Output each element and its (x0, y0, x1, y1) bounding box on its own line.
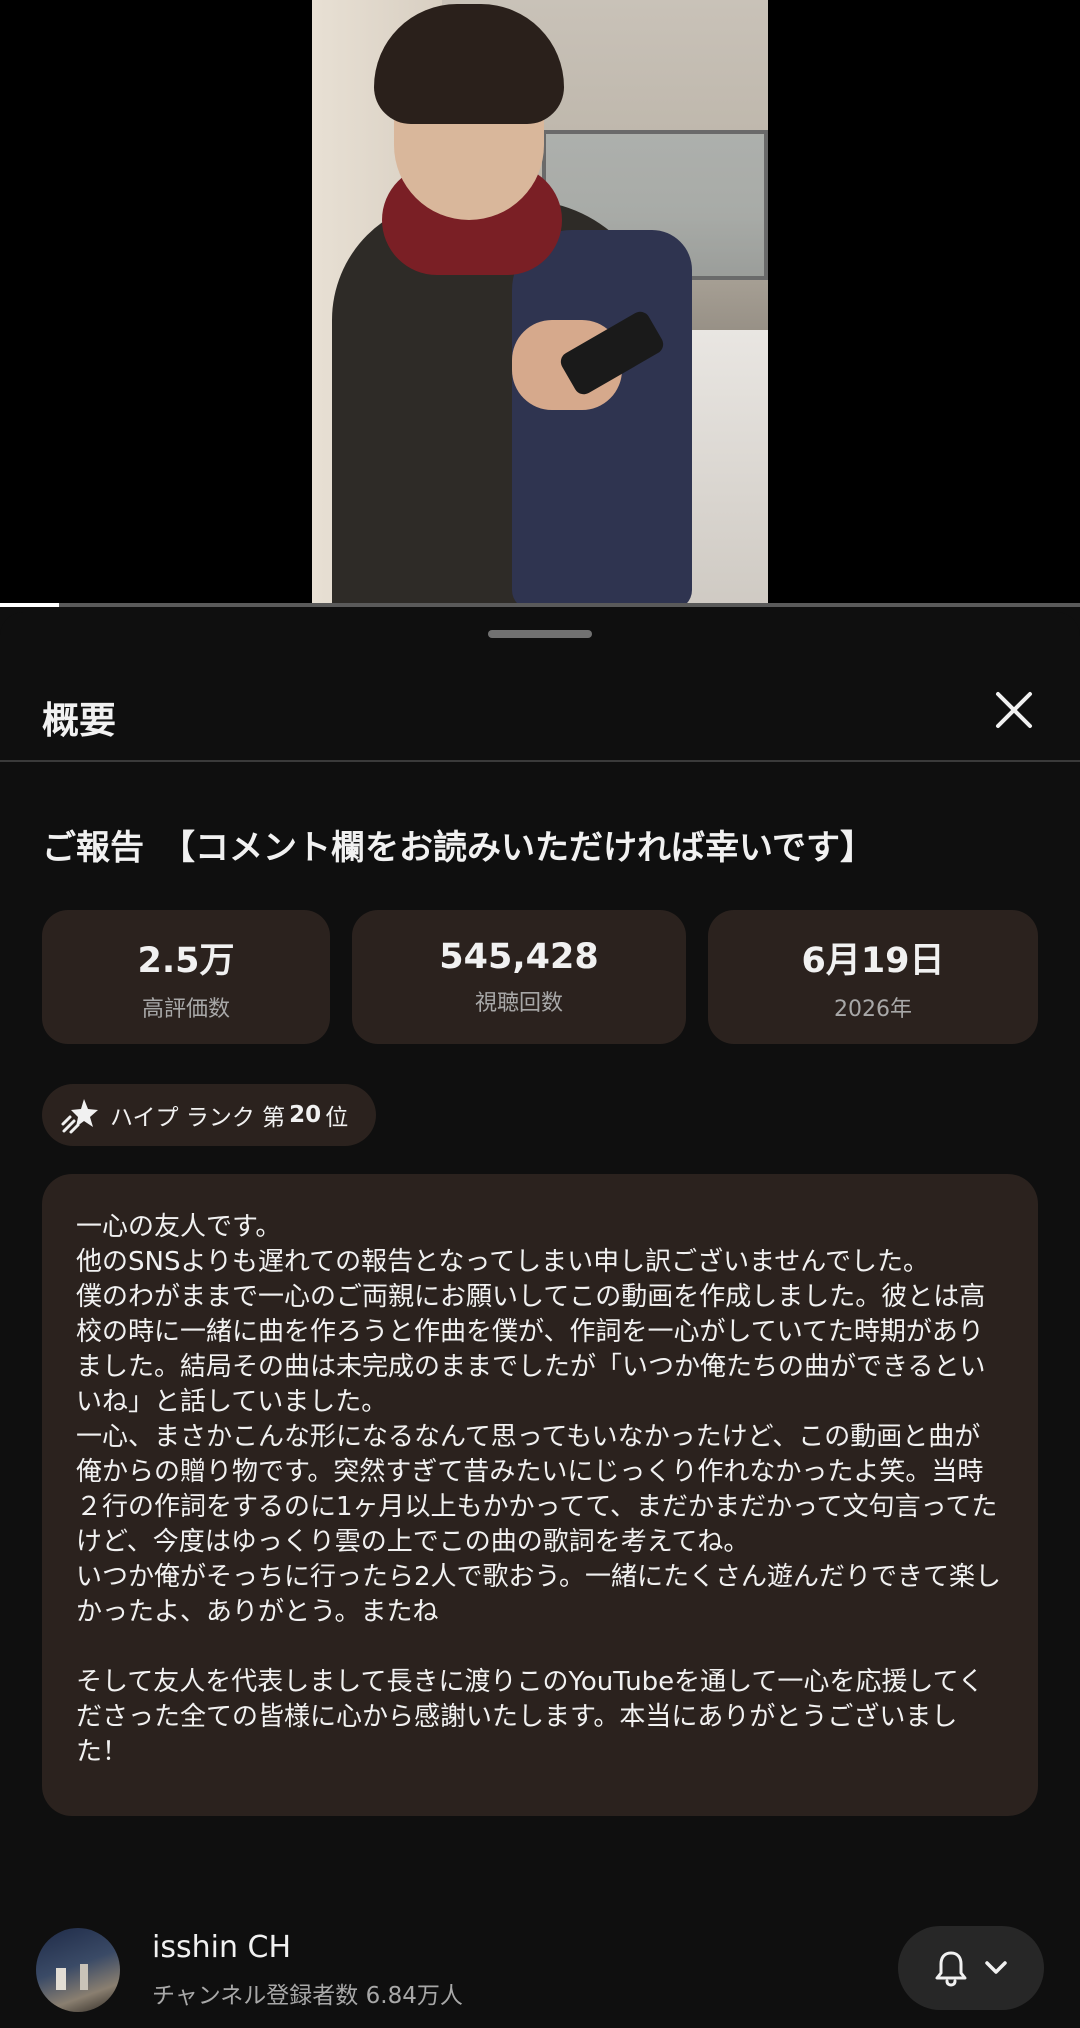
publish-date: 6月19日 (801, 940, 945, 981)
avatar[interactable] (36, 1928, 120, 2012)
hype-rank-chip[interactable]: ハイプ ランク 第 20 位 (42, 1084, 376, 1146)
description-text: 一心の友人です。 他のSNSよりも遅れての報告となってしまい申し訳ございませんで… (76, 1212, 1001, 1767)
close-button[interactable] (984, 680, 1044, 740)
views-stat: 545,428 視聴回数 (352, 910, 686, 1044)
video-person-bag (512, 230, 692, 606)
date-stat: 6月19日 2026年 (708, 910, 1038, 1044)
likes-label: 高評価数 (141, 996, 230, 1022)
drag-handle[interactable] (488, 630, 592, 638)
views-count: 545,428 (439, 937, 599, 977)
hype-rank-number: 20 (289, 1102, 322, 1128)
hype-rank-prefix: ハイプ ランク 第 (110, 1105, 286, 1131)
video-title: ご報告 【コメント欄をお読みいただければ幸いです】 (42, 828, 874, 868)
bell-icon (935, 1951, 967, 1987)
description-panel: 概要 ご報告 【コメント欄をお読みいただければ幸いです】 2.5万 高評価数 5… (0, 612, 1080, 2028)
channel-row[interactable]: isshin CH チャンネル登録者数 6.84万人 (0, 1912, 1080, 2028)
description-box: 一心の友人です。 他のSNSよりも遅れての報告となってしまい申し訳ございませんで… (42, 1174, 1038, 1816)
likes-count: 2.5万 (137, 940, 235, 981)
panel-title: 概要 (42, 699, 116, 742)
panel-header: 概要 (0, 652, 1080, 762)
views-label: 視聴回数 (474, 991, 563, 1016)
hype-rocket-icon (61, 1099, 98, 1134)
avatar-detail (56, 1968, 66, 1990)
chevron-down-icon (985, 1961, 1007, 1974)
progress-bar[interactable] (0, 603, 1080, 607)
likes-stat: 2.5万 高評価数 (42, 910, 330, 1044)
close-icon (996, 692, 1032, 728)
avatar-detail (80, 1964, 88, 1990)
video-frame[interactable] (312, 0, 768, 606)
video-player[interactable] (0, 0, 1080, 607)
channel-name[interactable]: isshin CH (152, 1930, 291, 1965)
progress-bar-fill (0, 603, 60, 607)
subscriber-count: チャンネル登録者数 6.84万人 (152, 1983, 463, 2009)
publish-year: 2026年 (834, 996, 912, 1022)
hype-rank-suffix: 位 (325, 1105, 349, 1131)
notification-bell-button[interactable] (898, 1926, 1044, 2010)
